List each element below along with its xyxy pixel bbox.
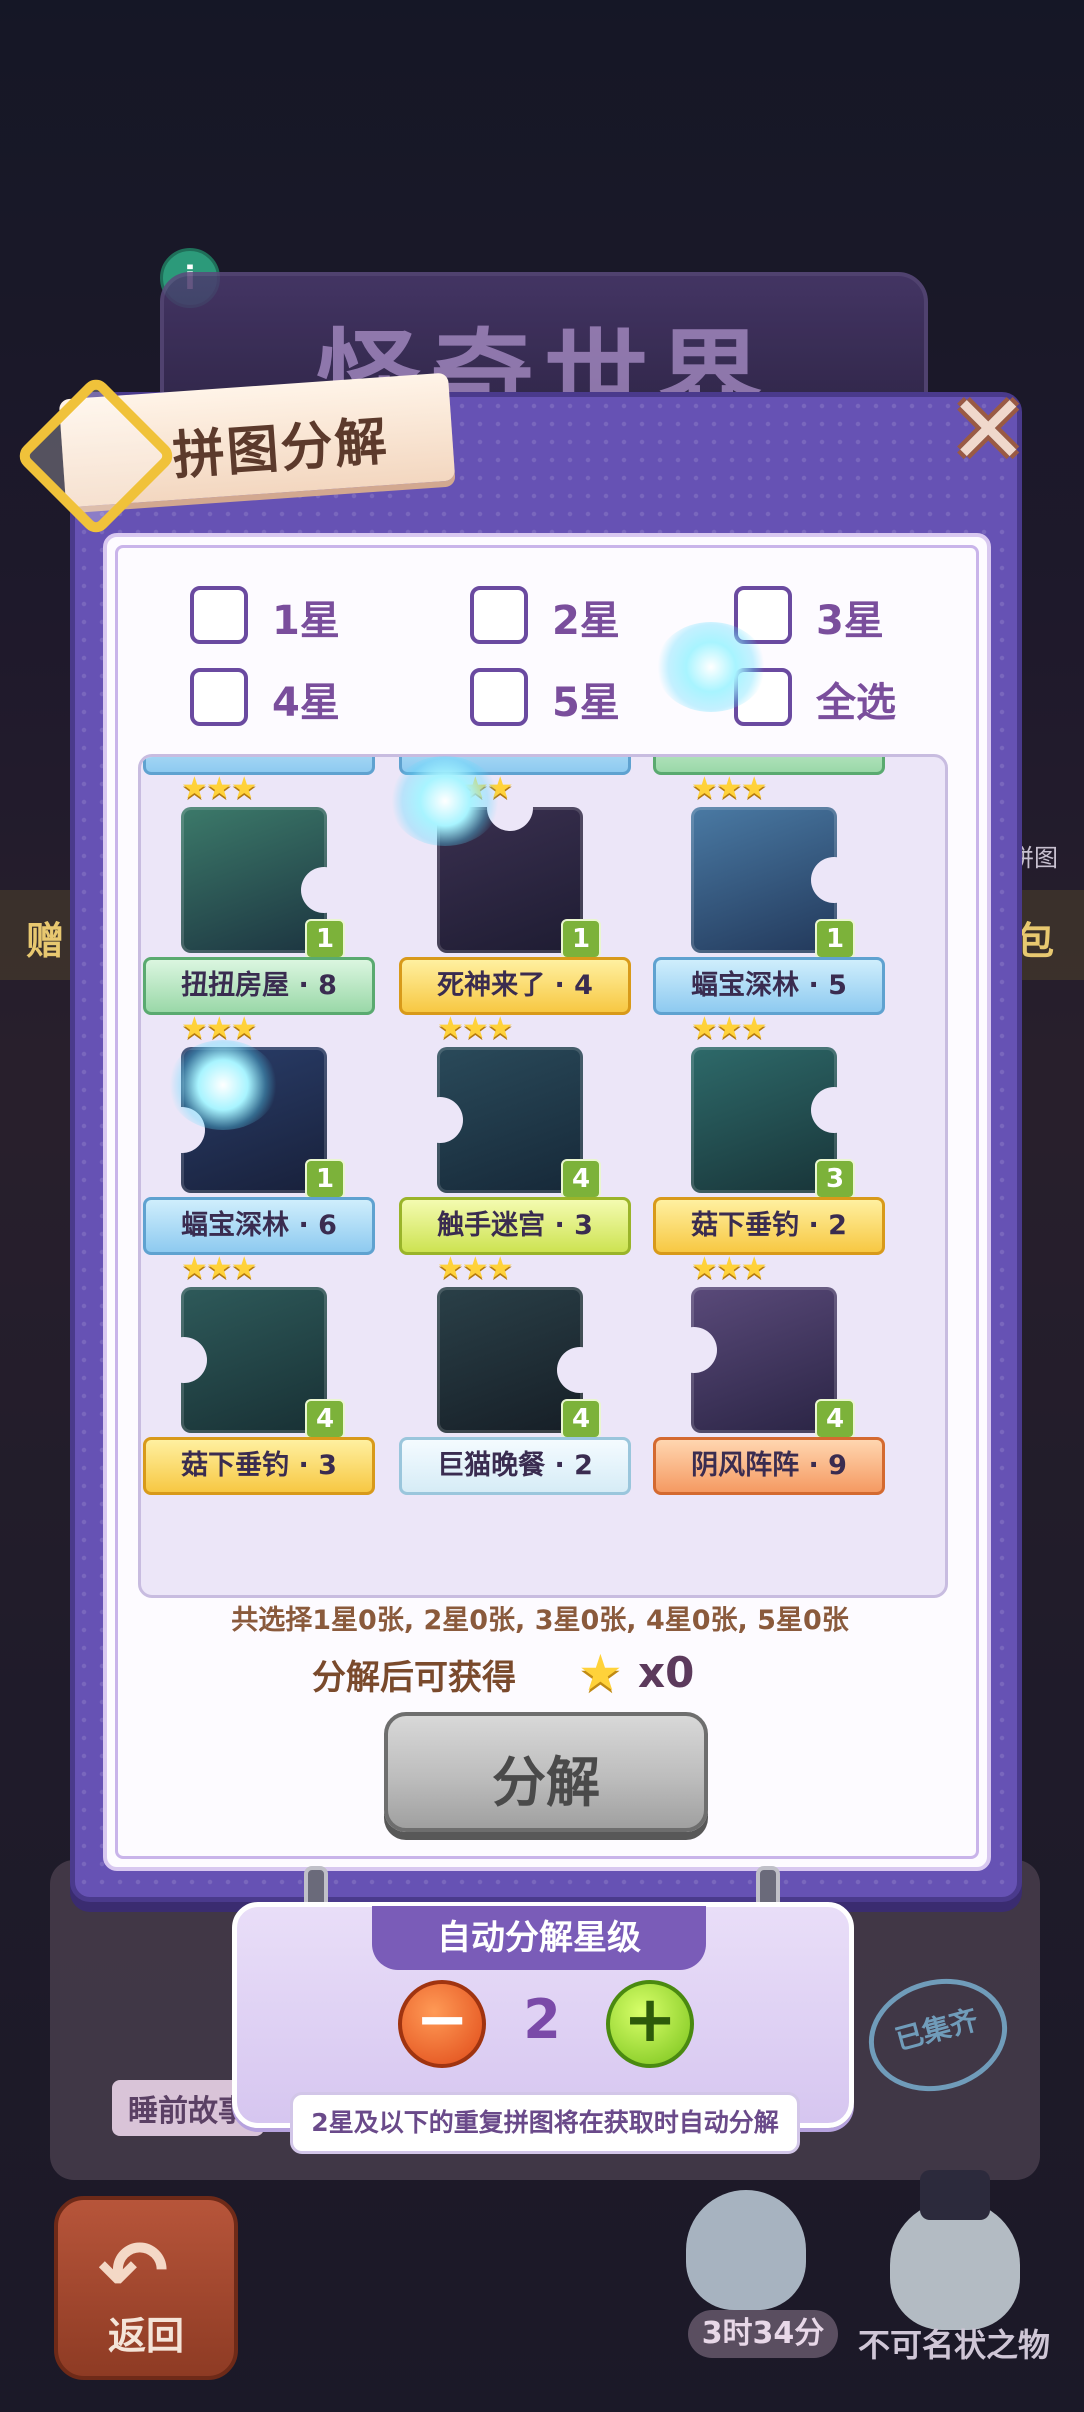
piece-name-ribbon: 阴风阵阵 · 9 <box>653 1437 885 1495</box>
puzzle-knob <box>557 1347 603 1393</box>
increase-level-button[interactable]: + <box>606 1980 694 2068</box>
piece-count-badge: 1 <box>305 919 345 959</box>
piece-name-ribbon: 菇下垂钓 · 2 <box>653 1197 885 1255</box>
piece-name-ribbon: 扭扭房屋 · 7 <box>653 757 885 775</box>
paw-glow-icon <box>168 1040 278 1130</box>
filter-label: 1星 <box>272 598 340 644</box>
dialog-title: 拼图分解 <box>170 411 391 487</box>
filter-4-star[interactable]: 4星 <box>190 668 350 728</box>
piece-name-ribbon: 触手迷宫 · 3 <box>399 1197 631 1255</box>
checkbox-4-star[interactable] <box>190 668 248 726</box>
filter-5-star[interactable]: 5星 <box>470 668 630 728</box>
checkbox-2-star[interactable] <box>470 586 528 644</box>
star-rating-icon: ★★★ <box>691 1011 768 1046</box>
filter-3-star[interactable]: 3星 <box>734 586 894 646</box>
back-button[interactable]: ↶ 返回 <box>54 2196 238 2380</box>
star-rating-icon: ★★★ <box>181 771 258 806</box>
decompose-button-label: 分解 <box>492 1751 600 1814</box>
back-label: 返回 <box>107 2314 184 2358</box>
piece-name-ribbon: 菇下垂钓 · 3 <box>143 1437 375 1495</box>
piece-name-ribbon: 死神来了 · 4 <box>399 957 631 1015</box>
filter-label: 2星 <box>552 598 620 644</box>
close-button[interactable]: ✕ <box>948 374 1028 486</box>
checkbox-1-star[interactable] <box>190 586 248 644</box>
star-rating-icon: ★★★ <box>437 1011 514 1046</box>
filter-label: 5星 <box>552 680 620 726</box>
left-strip-label: 赠 <box>26 919 65 963</box>
piece-count-badge: 1 <box>815 919 855 959</box>
filter-2-star[interactable]: 2星 <box>470 586 630 646</box>
ghost-icon <box>686 2190 806 2310</box>
reward-label: 分解后可获得 <box>312 1658 516 1698</box>
timer-badge: 3时34分 <box>688 2310 838 2358</box>
piece-count-badge: 1 <box>305 1159 345 1199</box>
puzzle-knob <box>671 1327 717 1373</box>
puzzle-knob <box>161 1337 207 1383</box>
checkbox-5-star[interactable] <box>470 668 528 726</box>
puzzle-knob <box>417 1097 463 1143</box>
filter-1-star[interactable]: 1星 <box>190 586 350 646</box>
paw-glow-icon <box>390 756 500 846</box>
piece-name-ribbon: 扭扭房屋 · 8 <box>143 957 375 1015</box>
piece-name-ribbon: 睡前故事 · 6 <box>143 757 375 775</box>
filter-label: 3星 <box>816 598 884 644</box>
piece-count-badge: 3 <box>815 1159 855 1199</box>
filter-label: 全选 <box>816 680 896 726</box>
star-rating-icon: ★★★ <box>691 771 768 806</box>
auto-decompose-level: 2 <box>523 1988 561 2051</box>
auto-decompose-title: 自动分解星级 <box>372 1906 706 1970</box>
piece-name-ribbon: 蝠宝深林 · 5 <box>653 957 885 1015</box>
puzzle-knob <box>301 867 347 913</box>
close-icon: ✕ <box>948 374 1029 486</box>
star-rating-icon: ★★★ <box>691 1251 768 1286</box>
star-rating-icon: ★★★ <box>437 1251 514 1286</box>
piece-count-badge: 1 <box>561 919 601 959</box>
reward-value: x0 <box>638 1648 695 1697</box>
auto-decompose-hint: 2星及以下的重复拼图将在获取时自动分解 <box>290 2092 800 2154</box>
paw-glow-icon <box>656 622 766 712</box>
top-hat-icon <box>920 2170 990 2220</box>
piece-count-badge: 4 <box>305 1399 345 1439</box>
selection-summary: 共选择1星0张, 2星0张, 3星0张, 4星0张, 5星0张 <box>231 1605 849 1636</box>
filter-label: 4星 <box>272 680 340 726</box>
puzzle-piece-grid[interactable]: 1睡前故事 · 61睡前故事 · 81扭扭房屋 · 7★★★1扭扭房屋 · 8★… <box>138 754 948 1598</box>
puzzle-knob <box>811 857 857 903</box>
piece-name-ribbon: 巨猫晚餐 · 2 <box>399 1437 631 1495</box>
decrease-level-button[interactable]: − <box>398 1980 486 2068</box>
piece-count-badge: 4 <box>561 1159 601 1199</box>
decompose-button[interactable]: 分解 <box>384 1712 708 1832</box>
star-icon: ★ <box>578 1644 623 1702</box>
piece-name-ribbon: 蝠宝深林 · 6 <box>143 1197 375 1255</box>
star-rating-icon: ★★★ <box>181 1251 258 1286</box>
piece-count-badge: 4 <box>815 1399 855 1439</box>
ghost-name: 不可名状之物 <box>858 2326 1051 2364</box>
piece-count-badge: 4 <box>561 1399 601 1439</box>
puzzle-knob <box>811 1087 857 1133</box>
